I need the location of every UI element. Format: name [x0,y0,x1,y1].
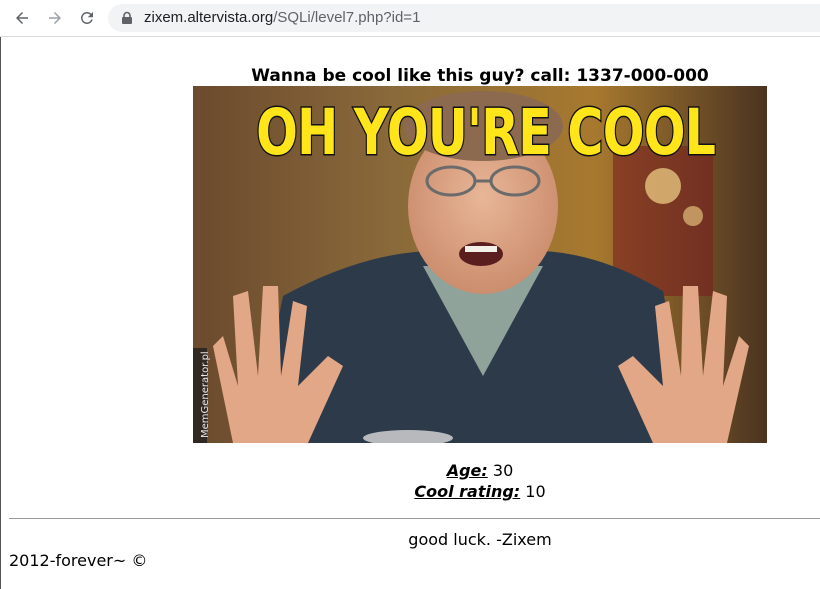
lock-icon [122,11,132,24]
rating-line: Cool rating: 10 [0,482,820,502]
back-button[interactable] [9,5,35,31]
page-headline: Wanna be cool like this guy? call: 1337-… [251,66,709,86]
reload-icon [81,12,93,24]
age-value: 30 [492,461,514,480]
forward-arrow-icon [49,12,61,24]
back-arrow-icon [16,12,28,24]
forward-button[interactable] [42,5,68,31]
left-border [0,37,1,589]
url-host: zixem.altervista.org [144,9,274,26]
url-text: zixem.altervista.org/SQLi/level7.php?id=… [144,9,420,27]
age-label: Age: [446,461,488,480]
address-bar[interactable]: zixem.altervista.org/SQLi/level7.php?id=… [108,4,820,32]
meme-caption: OH YOU'RE COOL [255,96,717,169]
browser-toolbar: zixem.altervista.org/SQLi/level7.php?id=… [0,0,820,37]
watermark-badge: MemGenerator.pl [193,348,211,443]
signoff-text: good luck. -Zixem [408,530,552,549]
meme-image: OH YOU'RE COOL MemGenerator.pl [193,86,767,443]
reload-button[interactable] [74,5,100,31]
watermark-text: MemGenerator.pl [200,351,211,438]
divider [9,518,820,519]
footer-text: 2012-forever~ © [9,551,148,570]
rating-label: Cool rating: [414,482,521,501]
age-line: Age: 30 [0,461,820,481]
rating-value: 10 [525,482,546,501]
url-path: /SQLi/level7.php?id=1 [273,9,421,26]
